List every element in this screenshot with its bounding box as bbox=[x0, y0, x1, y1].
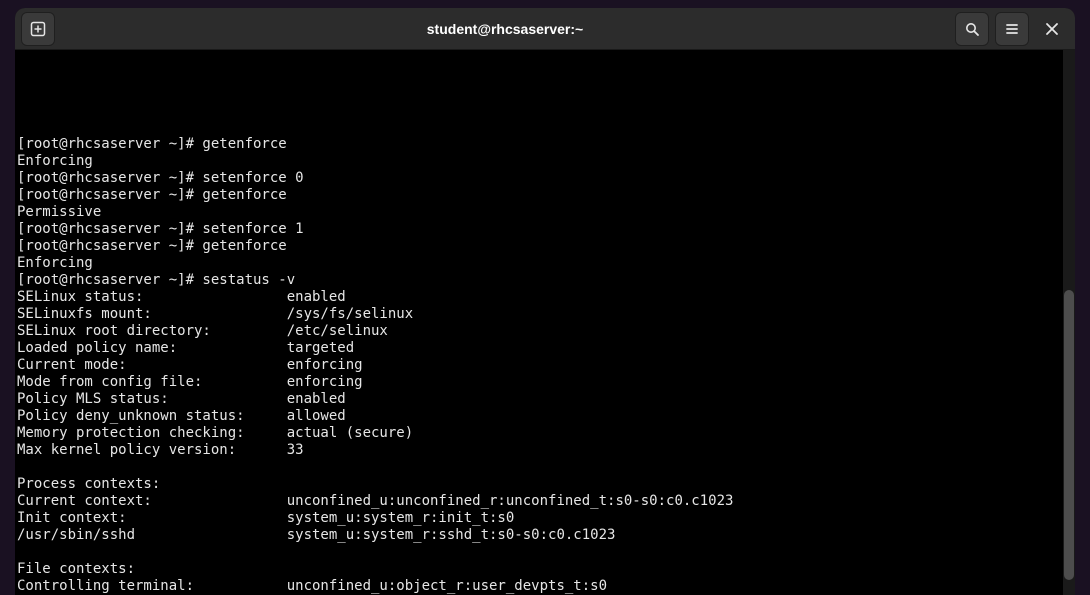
search-button[interactable] bbox=[955, 12, 989, 46]
window-title: student@rhcsaserver:~ bbox=[55, 21, 955, 37]
close-icon bbox=[1045, 22, 1059, 36]
scrollbar-thumb[interactable] bbox=[1064, 290, 1074, 580]
close-button[interactable] bbox=[1035, 12, 1069, 46]
search-icon bbox=[964, 21, 980, 37]
terminal-output: [root@rhcsaserver ~]# getenforce Enforci… bbox=[17, 50, 1061, 595]
terminal-body[interactable]: [root@rhcsaserver ~]# getenforce Enforci… bbox=[15, 50, 1075, 595]
new-tab-button[interactable] bbox=[21, 12, 55, 46]
titlebar: student@rhcsaserver:~ bbox=[15, 8, 1075, 50]
menu-button[interactable] bbox=[995, 12, 1029, 46]
hamburger-icon bbox=[1004, 21, 1020, 37]
scrollbar-track[interactable] bbox=[1063, 50, 1075, 595]
terminal-window: student@rhcsaserver:~ bbox=[15, 8, 1075, 595]
new-tab-icon bbox=[30, 21, 46, 37]
